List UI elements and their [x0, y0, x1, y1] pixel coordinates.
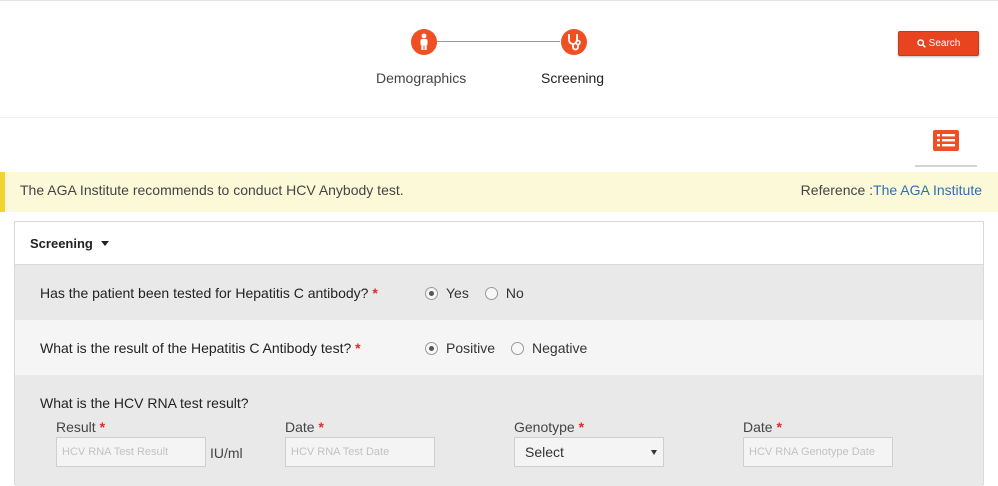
- antibody-tested-radio-group: Yes No: [425, 285, 540, 301]
- result-label: Result *: [56, 419, 106, 435]
- search-button[interactable]: Search: [898, 31, 979, 56]
- step-demographics-circle[interactable]: [411, 29, 437, 55]
- recommendation-alert: The AGA Institute recommends to conduct …: [0, 172, 998, 212]
- hcv-rna-date-input[interactable]: [285, 437, 435, 467]
- step-screening-circle[interactable]: [561, 29, 587, 55]
- panel-header[interactable]: Screening: [15, 222, 983, 265]
- radio-button[interactable]: [484, 286, 498, 300]
- genotype-date-label: Date *: [743, 419, 782, 435]
- question-row-antibody-tested: Has the patient been tested for Hepatiti…: [15, 265, 983, 320]
- genotype-label: Genotype *: [514, 419, 585, 435]
- radio-yes[interactable]: Yes: [425, 285, 469, 301]
- genotype-select[interactable]: Select: [514, 437, 664, 467]
- step-demographics-label[interactable]: Demographics: [376, 70, 466, 86]
- unit-label: IU/ml: [210, 445, 243, 461]
- radio-button[interactable]: [511, 341, 525, 355]
- radio-button[interactable]: [425, 341, 438, 355]
- question-label: What is the HCV RNA test result?: [40, 395, 249, 411]
- radio-button[interactable]: [425, 286, 438, 300]
- step-screening-label[interactable]: Screening: [541, 70, 604, 86]
- reference-link[interactable]: The AGA Institute: [873, 182, 982, 198]
- hcv-rna-result-input[interactable]: [56, 437, 206, 467]
- question-label: Has the patient been tested for Hepatiti…: [40, 285, 378, 301]
- question-row-hcv-rna: What is the HCV RNA test result? Result …: [15, 375, 983, 486]
- stethoscope-icon: [568, 34, 581, 51]
- search-button-label: Search: [928, 38, 961, 49]
- alert-reference: Reference :The AGA Institute: [801, 182, 982, 198]
- question-row-antibody-result: What is the result of the Hepatitis C An…: [15, 320, 983, 375]
- list-view-tab[interactable]: [915, 127, 977, 167]
- screening-panel: Screening Has the patient been tested fo…: [14, 221, 984, 486]
- list-icon: [933, 130, 959, 151]
- alert-message: The AGA Institute recommends to conduct …: [20, 182, 404, 198]
- question-label: What is the result of the Hepatitis C An…: [40, 340, 361, 356]
- radio-negative[interactable]: Negative: [511, 340, 587, 356]
- dropdown-arrow-icon: [651, 450, 657, 455]
- hcv-rna-genotype-date-input[interactable]: [743, 437, 893, 467]
- reference-prefix: Reference :: [800, 182, 874, 198]
- panel-title: Screening: [30, 235, 93, 251]
- date-label: Date *: [285, 419, 324, 435]
- radio-no[interactable]: No: [484, 285, 524, 301]
- antibody-result-radio-group: Positive Negative: [425, 340, 603, 356]
- radio-positive[interactable]: Positive: [425, 340, 495, 356]
- stepper-connector: [436, 41, 560, 42]
- person-icon: [420, 33, 428, 50]
- caret-down-icon: [100, 241, 109, 246]
- top-header: Demographics Screening Search: [0, 0, 998, 118]
- search-icon: [916, 39, 926, 48]
